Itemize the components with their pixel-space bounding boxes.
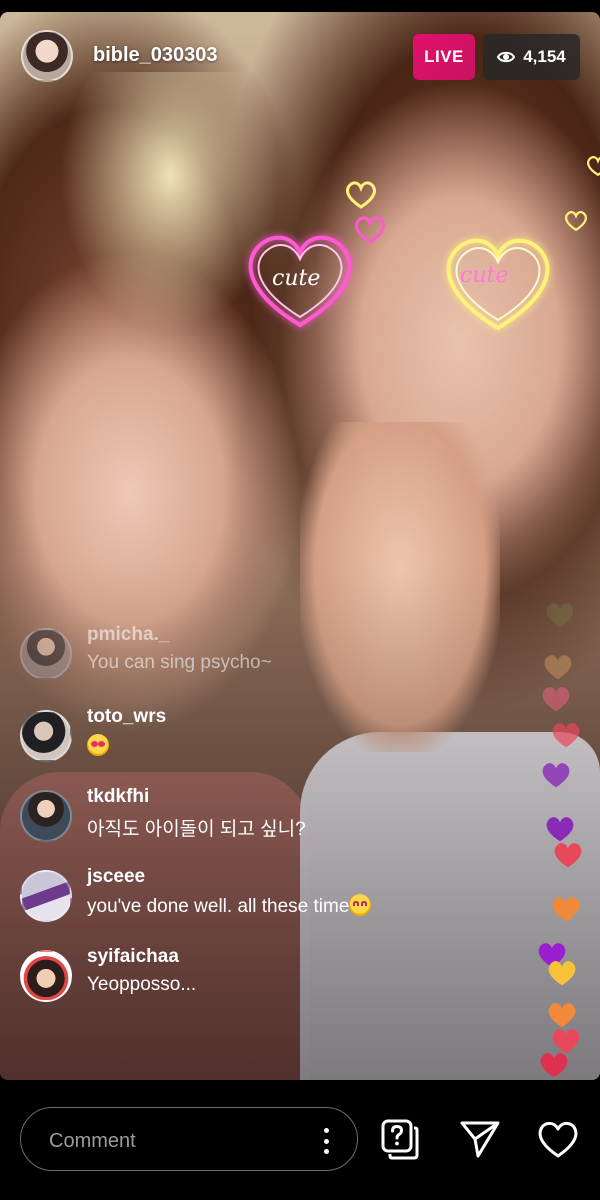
- floating-heart-icon: [542, 687, 570, 712]
- commenter-avatar[interactable]: [20, 790, 72, 842]
- comment-item: jsceee you've done well. all these time: [20, 862, 540, 922]
- neon-heart-right-effect: cute: [438, 228, 558, 343]
- comment-field[interactable]: [20, 1107, 358, 1171]
- floating-heart-icon: [554, 843, 582, 868]
- like-heart-icon[interactable]: [536, 1116, 580, 1162]
- floating-heart-icon: [552, 723, 580, 748]
- broadcaster-username[interactable]: bible_030303: [93, 44, 218, 67]
- heart-text-left: cute: [272, 266, 320, 291]
- comment-text-value: you've done well. all these time: [87, 896, 350, 917]
- floating-hearts: [530, 600, 600, 1080]
- floating-heart-icon: [540, 1053, 568, 1078]
- comment-text: 아직도 아이돌이 되고 싶니?: [87, 819, 306, 840]
- profile-avatar-icon[interactable]: [21, 30, 73, 82]
- small-neon-heart-icon: [585, 155, 600, 182]
- viewer-count-badge[interactable]: 4,154: [483, 34, 580, 80]
- floating-heart-icon: [552, 897, 580, 922]
- small-neon-heart-icon: [353, 215, 387, 250]
- floating-heart-icon: [548, 961, 576, 986]
- live-badge: LIVE: [413, 34, 475, 80]
- small-neon-heart-icon: [344, 180, 378, 215]
- comment-text: you've done well. all these time: [87, 894, 372, 918]
- floating-heart-icon: [546, 603, 574, 628]
- comment-item: syifaichaa Yeopposso...: [20, 942, 540, 1002]
- comment-text: Yeopposso...: [87, 974, 197, 995]
- neon-heart-left-effect: cute: [240, 225, 360, 340]
- commenter-avatar[interactable]: [20, 710, 72, 762]
- send-icon[interactable]: [458, 1116, 502, 1162]
- comment-text: [87, 734, 109, 758]
- question-sticker-icon[interactable]: [378, 1116, 422, 1162]
- comment-item: toto_wrs: [20, 702, 540, 762]
- comment-input[interactable]: [47, 1126, 291, 1156]
- comment-username[interactable]: tkdkfhi: [87, 786, 149, 808]
- small-neon-heart-icon: [563, 210, 589, 237]
- commenter-avatar[interactable]: [20, 950, 72, 1002]
- floating-heart-icon: [542, 763, 570, 788]
- comment-username[interactable]: syifaichaa: [87, 946, 179, 968]
- commenter-avatar[interactable]: [20, 870, 72, 922]
- comment-item: pmicha._ You can sing psycho~: [20, 620, 540, 680]
- heart-eyes-emoji-icon: [87, 734, 109, 756]
- comment-text: You can sing psycho~: [87, 652, 272, 673]
- comment-username[interactable]: jsceee: [87, 866, 145, 888]
- comment-username[interactable]: pmicha._: [87, 624, 169, 646]
- more-options-icon[interactable]: [321, 1128, 331, 1154]
- heart-text-right: cute: [460, 263, 508, 288]
- commenter-avatar[interactable]: [20, 628, 72, 680]
- smiling-emoji-icon: [349, 894, 372, 916]
- comment-item: tkdkfhi 아직도 아이돌이 되고 싶니?: [20, 782, 540, 842]
- eye-icon: [497, 51, 516, 63]
- viewer-count: 4,154: [523, 47, 566, 66]
- comment-username[interactable]: toto_wrs: [87, 706, 166, 728]
- floating-heart-icon: [544, 655, 572, 680]
